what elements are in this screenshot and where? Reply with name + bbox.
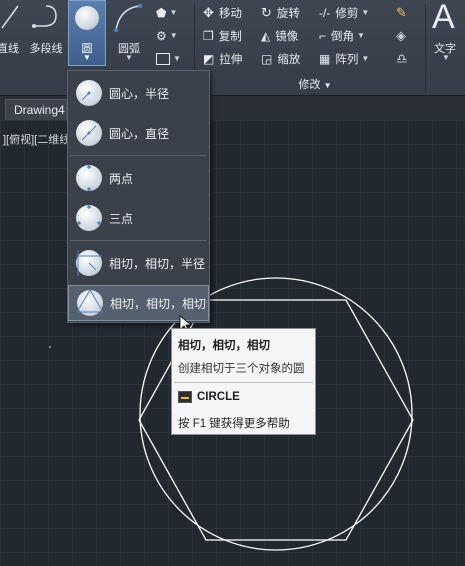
menu-item-center-diameter[interactable]: 圆心，直径 — [68, 115, 209, 151]
command-line-icon — [178, 391, 192, 403]
circle-dropdown-menu: 圆心，半径 圆心，直径 两点 三点 相切，相切，半径 相切，相切，相切 — [67, 70, 210, 323]
circle-ttt-icon — [77, 290, 103, 316]
circle-3point-icon — [76, 205, 102, 231]
tooltip-command: CIRCLE — [197, 391, 240, 403]
menu-item-center-radius[interactable]: 圆心，半径 — [68, 75, 209, 111]
menu-item-label: 相切，相切，相切 — [110, 296, 207, 311]
point-marker — [49, 346, 51, 348]
circle-ttr-icon — [76, 250, 102, 276]
circle-center-radius-icon — [76, 80, 102, 106]
menu-item-ttr[interactable]: 相切，相切，半径 — [68, 245, 209, 281]
tooltip-description: 创建相切于三个对象的圆 — [178, 363, 305, 375]
menu-item-ttt[interactable]: 相切，相切，相切 — [68, 285, 209, 321]
menu-item-label: 圆心，半径 — [109, 86, 170, 101]
tooltip-title: 相切，相切，相切 — [178, 340, 270, 352]
circle-center-diameter-icon — [76, 120, 102, 146]
menu-item-3point[interactable]: 三点 — [68, 200, 209, 236]
menu-item-label: 圆心，直径 — [109, 126, 170, 141]
menu-separator — [70, 240, 207, 241]
command-tooltip: 相切，相切，相切 创建相切于三个对象的圆 CIRCLE 按 F1 键获得更多帮助 — [171, 328, 316, 435]
menu-item-label: 两点 — [109, 171, 134, 186]
circle-2point-icon — [76, 165, 102, 191]
tooltip-help: 按 F1 键获得更多帮助 — [178, 418, 290, 430]
menu-item-2point[interactable]: 两点 — [68, 160, 209, 196]
tooltip-divider — [174, 382, 313, 383]
menu-item-label: 三点 — [109, 211, 134, 226]
menu-separator — [70, 155, 207, 156]
menu-item-label: 相切，相切，半径 — [109, 256, 206, 271]
